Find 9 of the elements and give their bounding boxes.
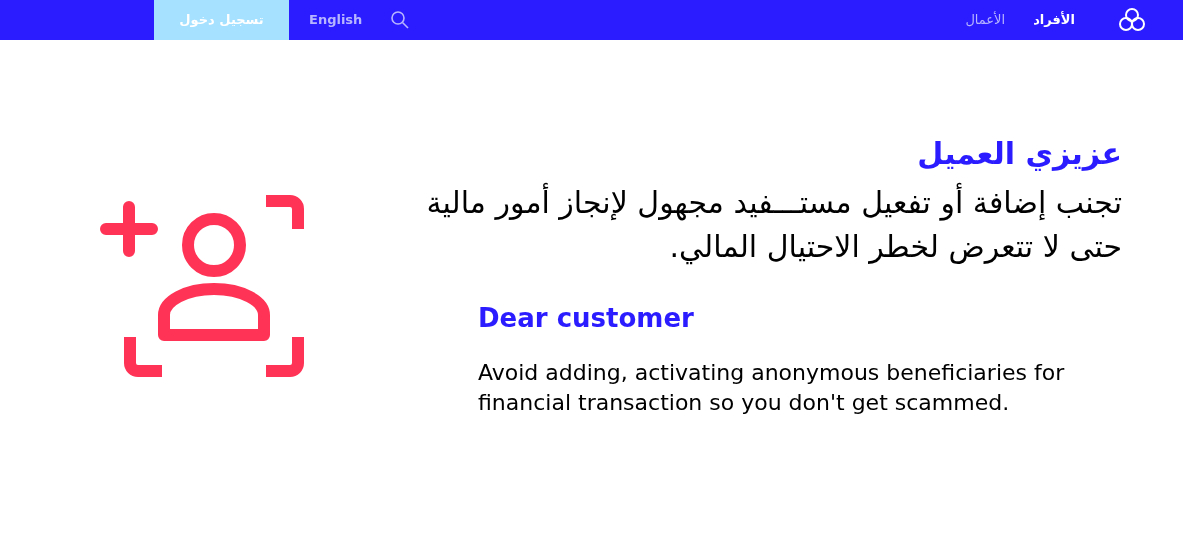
search-icon[interactable] [390, 10, 411, 30]
nav-tab[interactable]: الأفراد [1033, 10, 1075, 30]
english-heading: Dear customer [478, 301, 695, 335]
language-link[interactable]: English [309, 10, 363, 30]
arabic-message: تجنب إضافة أو تفعيل مستـــفيد مجهول لإنجاز أمور مالية حتى لا تتعرض لخطر الاحتيال المالي. [425, 181, 1122, 267]
english-message: Avoid adding, activating anonymous beneficiaries for financial transaction so you don't get scammed. [478, 358, 1066, 417]
arabic-heading: عزيزي العميل [916, 135, 1122, 173]
nav-tab[interactable]: الأعمال [965, 10, 1006, 30]
add-user-icon [100, 195, 306, 377]
